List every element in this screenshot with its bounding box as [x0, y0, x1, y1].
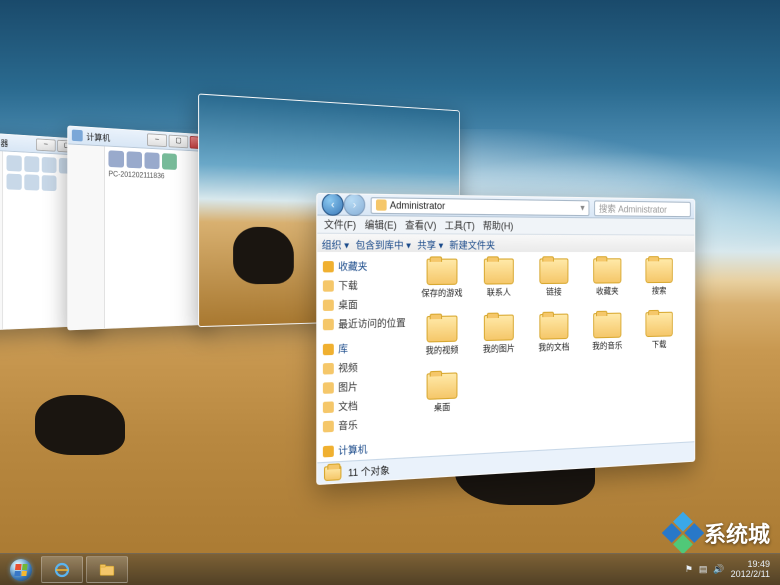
folder-icon	[645, 258, 672, 283]
watermark: 系统城	[668, 517, 770, 549]
tray-network-icon[interactable]: ▤	[699, 564, 708, 575]
folder-item[interactable]: 我的视频	[415, 315, 469, 369]
window-title: 计算机	[86, 130, 110, 144]
folder-icon	[427, 372, 458, 400]
folder-icon	[539, 258, 568, 284]
folder-item[interactable]: 下载	[635, 312, 682, 363]
window-body: PC-201202111836	[68, 144, 212, 330]
computer-name: PC-201202111836	[108, 170, 208, 182]
desktop-background: 浏览器 – ▢ × 计算机	[0, 0, 780, 585]
start-orb-icon	[10, 559, 32, 581]
folder-icon	[645, 312, 672, 337]
folder-label: 收藏夹	[596, 285, 619, 297]
nav-forward-button[interactable]: ›	[344, 193, 366, 216]
maximize-button[interactable]: ▢	[169, 135, 189, 149]
sidebar-item[interactable]: 桌面	[320, 294, 411, 314]
minimize-button[interactable]: –	[147, 133, 167, 147]
folder-label: 链接	[546, 286, 561, 298]
tray-volume-icon[interactable]: 🔊	[713, 564, 724, 575]
app-icon	[72, 130, 83, 142]
folder-label: 保存的游戏	[421, 287, 462, 300]
folder-icon	[593, 258, 621, 283]
folder-icon	[376, 199, 387, 210]
tray-flag-icon[interactable]: ⚑	[685, 564, 693, 575]
folder-icon	[593, 313, 621, 339]
toolbar-button[interactable]: 组织 ▾	[322, 237, 349, 252]
sidebar-item[interactable]: 下载	[320, 275, 411, 295]
folder-item[interactable]: 我的图片	[473, 314, 525, 367]
search-placeholder: 搜索 Administrator	[599, 201, 667, 215]
folder-item[interactable]: 桌面	[415, 372, 469, 427]
search-box[interactable]: 搜索 Administrator	[594, 200, 691, 217]
system-tray[interactable]: ⚑ ▤ 🔊 19:49 2012/2/11	[685, 560, 776, 580]
toolbar-button[interactable]: 包含到库中 ▾	[356, 237, 411, 252]
menu-item[interactable]: 文件(F)	[324, 217, 356, 232]
folder-label: 我的视频	[426, 344, 459, 357]
folder-icon	[484, 314, 514, 341]
address-bar[interactable]: Administrator ▾	[371, 197, 590, 216]
flip3d-window-explorer-front[interactable]: ‹ › Administrator ▾ 搜索 Administrator 文件(…	[316, 193, 695, 485]
status-text: 11 个对象	[348, 462, 390, 479]
folder-icon	[484, 258, 514, 284]
folder-item[interactable]: 链接	[529, 258, 579, 310]
ie-icon	[53, 561, 71, 579]
folder-icon	[539, 314, 568, 340]
menu-bar[interactable]: 文件(F) 编辑(E) 查看(V) 工具(T) 帮助(H)	[317, 216, 694, 236]
clock-date: 2012/2/11	[731, 570, 770, 580]
flip3d-window-computer[interactable]: 计算机 – ▢ × PC-201202111836	[67, 125, 212, 330]
taskbar-item-explorer[interactable]	[86, 556, 128, 583]
watermark-logo	[662, 512, 704, 554]
start-button[interactable]	[4, 557, 38, 582]
folder-label: 我的图片	[483, 342, 515, 355]
folder-item[interactable]: 联系人	[473, 258, 525, 310]
taskbar[interactable]: ⚑ ▤ 🔊 19:49 2012/2/11	[0, 553, 780, 585]
folder-item[interactable]: 我的音乐	[583, 312, 632, 364]
nav-back-button[interactable]: ‹	[322, 193, 344, 216]
sidebar-item[interactable]: 最近访问的位置	[320, 313, 411, 334]
folder-label: 桌面	[434, 401, 450, 414]
folder-label: 下载	[652, 339, 667, 351]
sidebar-section[interactable]: 收藏夹	[320, 256, 411, 275]
folder-icon	[427, 259, 458, 286]
watermark-text: 系统城	[704, 517, 770, 549]
menu-item[interactable]: 查看(V)	[405, 218, 436, 233]
explorer-icon	[98, 561, 116, 579]
folder-item[interactable]: 搜索	[635, 258, 682, 308]
flip3d-stage: 浏览器 – ▢ × 计算机	[0, 0, 780, 560]
folder-label: 搜索	[652, 285, 667, 297]
folder-icon	[324, 465, 341, 481]
folder-icon	[427, 315, 458, 342]
toolbar-button[interactable]: 新建文件夹	[449, 237, 495, 251]
menu-item[interactable]: 帮助(H)	[483, 218, 513, 232]
folder-label: 我的文档	[538, 341, 569, 354]
folder-item[interactable]: 我的文档	[529, 313, 579, 365]
folder-item[interactable]: 收藏夹	[583, 258, 632, 309]
explorer-sidebar[interactable]: 收藏夹下载桌面最近访问的位置库视频图片文档音乐计算机网络	[317, 252, 414, 463]
taskbar-item-ie[interactable]	[41, 556, 83, 583]
address-text: Administrator	[390, 200, 445, 212]
menu-item[interactable]: 工具(T)	[445, 218, 475, 232]
explorer-content[interactable]: 保存的游戏 联系人 链接 收藏夹 搜索我的视频 我的图片 我的文档 我的音乐 下载桌面	[409, 252, 695, 458]
toolbar-button[interactable]: 共享 ▾	[417, 237, 443, 251]
folder-item[interactable]: 保存的游戏	[415, 259, 469, 312]
folder-label: 联系人	[487, 287, 511, 299]
window-title: 浏览器	[0, 136, 8, 149]
taskbar-clock[interactable]: 19:49 2012/2/11	[731, 560, 770, 580]
menu-item[interactable]: 编辑(E)	[365, 217, 397, 232]
minimize-button[interactable]: –	[36, 138, 56, 151]
folder-label: 我的音乐	[592, 340, 622, 352]
